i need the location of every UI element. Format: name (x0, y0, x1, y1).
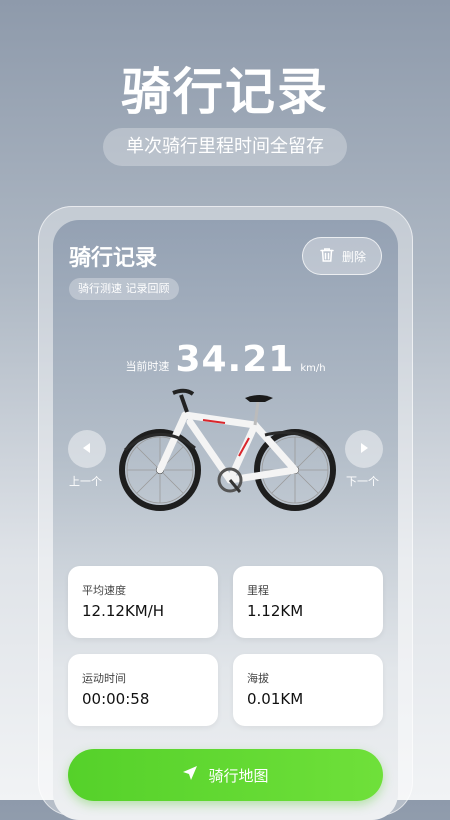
speed-label: 当前时速 (125, 360, 170, 373)
stat-label: 海拔 (247, 672, 269, 685)
hero-title: 骑行记录 (121, 63, 329, 121)
stat-value: 1.12KM (247, 602, 304, 620)
stat-value: 0.01KM (247, 690, 304, 708)
hero-subtitle: 单次骑行里程时间全留存 (103, 128, 347, 166)
bicycle-image (119, 388, 336, 511)
speed-unit: km/h (300, 363, 326, 374)
trash-icon (318, 246, 336, 267)
prev-button[interactable] (68, 430, 106, 468)
stat-card-distance: 里程 1.12KM (233, 566, 383, 638)
next-button[interactable] (345, 430, 383, 468)
prev-label: 上一个 (69, 475, 102, 488)
stat-card-average-speed: 平均速度 12.12KM/H (68, 566, 218, 638)
delete-label: 删除 (341, 249, 366, 264)
stat-card-altitude: 海拔 0.01KM (233, 654, 383, 726)
delete-button[interactable]: 删除 (302, 237, 382, 275)
stat-label: 运动时间 (82, 672, 126, 685)
navigation-arrow-icon (182, 765, 198, 785)
ride-map-label: 骑行地图 (208, 766, 269, 785)
current-speed: 当前时速 34.21 km/h (53, 340, 398, 380)
chevron-right-icon (357, 440, 371, 459)
chevron-left-icon (80, 440, 94, 459)
stat-label: 里程 (247, 584, 269, 597)
stat-card-duration: 运动时间 00:00:58 (68, 654, 218, 726)
stat-value: 12.12KM/H (82, 602, 165, 620)
stat-value: 00:00:58 (82, 690, 150, 708)
page-title: 骑行记录 (69, 246, 158, 271)
ride-map-button[interactable]: 骑行地图 (68, 749, 383, 801)
app-screen: 骑行记录 骑行测速 记录回顾 删除 当前时速 34.21 km/h 上一个 下一… (53, 220, 398, 820)
stat-label: 平均速度 (82, 584, 126, 597)
speed-value: 34.21 (175, 339, 295, 380)
feature-tag: 骑行测速 记录回顾 (69, 278, 179, 300)
next-label: 下一个 (346, 475, 379, 488)
